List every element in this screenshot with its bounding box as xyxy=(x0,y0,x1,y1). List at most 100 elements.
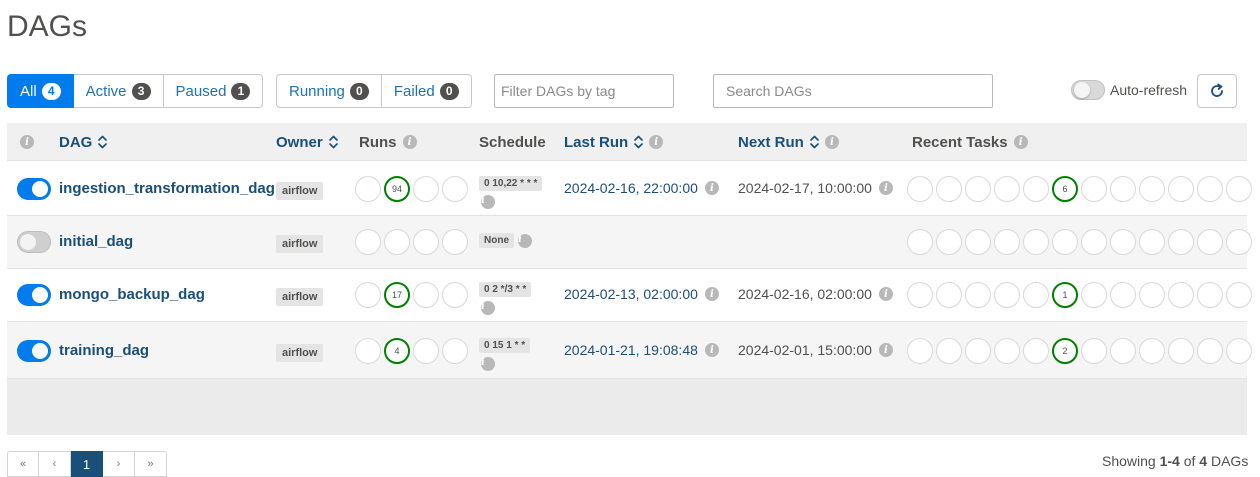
task-state-circle[interactable] xyxy=(1197,229,1223,255)
run-state-circle[interactable] xyxy=(355,176,381,202)
last-run-column-header[interactable]: Last Run i xyxy=(564,123,664,161)
filter-failed-button[interactable]: Failed 0 xyxy=(381,74,472,108)
prev-page-button[interactable]: ‹ xyxy=(39,451,71,477)
filter-running-button[interactable]: Running 0 xyxy=(276,74,382,108)
owner-tag[interactable]: airflow xyxy=(276,235,324,253)
run-state-circle[interactable] xyxy=(442,282,468,308)
task-state-circle[interactable] xyxy=(1168,282,1194,308)
task-state-circle[interactable] xyxy=(1023,229,1049,255)
run-state-circle[interactable] xyxy=(413,229,439,255)
task-state-circle[interactable] xyxy=(1139,176,1165,202)
task-state-circle[interactable] xyxy=(1023,282,1049,308)
owner-tag[interactable]: airflow xyxy=(276,288,324,306)
filter-all-button[interactable]: All 4 xyxy=(7,74,74,108)
task-state-circle[interactable] xyxy=(994,176,1020,202)
tag-filter-input[interactable] xyxy=(494,74,674,108)
schedule-label[interactable]: 0 10,22 * * * xyxy=(479,176,543,191)
task-state-circle[interactable] xyxy=(1197,338,1223,364)
dag-pause-toggle[interactable] xyxy=(17,340,51,362)
run-state-circle[interactable] xyxy=(442,229,468,255)
run-state-circle[interactable] xyxy=(355,229,381,255)
schedule-label[interactable]: 0 2 */3 * * xyxy=(479,282,532,297)
task-state-circle[interactable] xyxy=(1139,229,1165,255)
task-state-circle[interactable] xyxy=(1110,176,1136,202)
owner-column-header[interactable]: Owner xyxy=(276,123,338,161)
task-state-circle[interactable] xyxy=(936,229,962,255)
last-run-link[interactable]: 2024-01-21, 19:08:48 xyxy=(564,342,698,358)
task-state-circle[interactable] xyxy=(1168,338,1194,364)
last-page-button[interactable]: » xyxy=(135,451,167,477)
task-state-circle[interactable] xyxy=(1168,229,1194,255)
task-state-circle[interactable] xyxy=(1052,229,1078,255)
dag-pause-toggle[interactable] xyxy=(17,284,51,306)
task-state-circle[interactable] xyxy=(1197,176,1223,202)
last-run-link[interactable]: 2024-02-16, 22:00:00 xyxy=(564,180,698,196)
task-state-circle[interactable] xyxy=(994,229,1020,255)
refresh-button[interactable] xyxy=(1197,74,1237,108)
dag-name-link[interactable]: mongo_backup_dag xyxy=(59,286,205,303)
task-state-circle[interactable] xyxy=(1226,176,1252,202)
dag-name-link[interactable]: training_dag xyxy=(59,342,149,359)
run-state-circle[interactable] xyxy=(355,282,381,308)
task-state-circle[interactable] xyxy=(1226,338,1252,364)
task-state-circle[interactable] xyxy=(1023,338,1049,364)
task-state-circle[interactable] xyxy=(907,176,933,202)
task-state-circle[interactable]: 2 xyxy=(1052,338,1078,364)
filter-paused-button[interactable]: Paused 1 xyxy=(163,74,264,108)
next-run-column-header[interactable]: Next Run i xyxy=(738,123,839,161)
task-state-circle[interactable] xyxy=(1139,282,1165,308)
next-page-button[interactable]: › xyxy=(103,451,135,477)
autorefresh-toggle[interactable] xyxy=(1071,80,1105,100)
dag-pause-toggle[interactable] xyxy=(17,231,51,253)
task-state-circle[interactable]: 6 xyxy=(1052,176,1078,202)
task-state-circle[interactable] xyxy=(965,338,991,364)
task-state-circle[interactable] xyxy=(965,229,991,255)
run-state-circle[interactable] xyxy=(442,338,468,364)
run-state-circle[interactable] xyxy=(442,176,468,202)
last-run-link[interactable]: 2024-02-13, 02:00:00 xyxy=(564,286,698,302)
run-state-circle[interactable] xyxy=(413,282,439,308)
run-state-circle[interactable] xyxy=(413,176,439,202)
task-state-circle[interactable] xyxy=(1139,338,1165,364)
task-state-circle[interactable] xyxy=(907,282,933,308)
run-state-circle[interactable] xyxy=(413,338,439,364)
task-state-circle[interactable] xyxy=(936,338,962,364)
task-state-circle[interactable] xyxy=(1168,176,1194,202)
first-page-button[interactable]: « xyxy=(7,451,39,477)
task-state-circle[interactable] xyxy=(936,176,962,202)
task-state-circle[interactable] xyxy=(1023,176,1049,202)
run-state-circle[interactable]: 4 xyxy=(384,338,410,364)
run-state-circle[interactable] xyxy=(355,338,381,364)
task-state-circle[interactable] xyxy=(965,282,991,308)
task-state-circle[interactable] xyxy=(1110,282,1136,308)
task-state-circle[interactable] xyxy=(936,282,962,308)
dag-name-link[interactable]: initial_dag xyxy=(59,233,133,250)
search-input[interactable] xyxy=(713,74,993,108)
task-state-circle[interactable] xyxy=(1226,282,1252,308)
run-state-circle[interactable]: 94 xyxy=(384,176,410,202)
task-state-circle[interactable] xyxy=(965,176,991,202)
run-state-circle[interactable]: 17 xyxy=(384,282,410,308)
task-state-circle[interactable] xyxy=(907,338,933,364)
task-state-circle[interactable] xyxy=(1081,338,1107,364)
task-state-circle[interactable] xyxy=(1081,282,1107,308)
run-state-circle[interactable] xyxy=(384,229,410,255)
task-state-circle[interactable] xyxy=(994,282,1020,308)
task-state-circle[interactable] xyxy=(1110,338,1136,364)
task-state-circle[interactable] xyxy=(1197,282,1223,308)
owner-tag[interactable]: airflow xyxy=(276,344,324,362)
task-state-circle[interactable] xyxy=(1110,229,1136,255)
task-state-circle[interactable] xyxy=(994,338,1020,364)
task-state-circle[interactable] xyxy=(1081,229,1107,255)
task-state-circle[interactable]: 1 xyxy=(1052,282,1078,308)
dag-pause-toggle[interactable] xyxy=(17,178,51,200)
owner-tag[interactable]: airflow xyxy=(276,182,324,200)
dag-name-link[interactable]: ingestion_transformation_dag xyxy=(59,180,275,197)
task-state-circle[interactable] xyxy=(1226,229,1252,255)
schedule-label[interactable]: 0 15 1 * * xyxy=(479,338,531,353)
filter-active-button[interactable]: Active 3 xyxy=(73,74,164,108)
current-page-button[interactable]: 1 xyxy=(71,451,103,477)
task-state-circle[interactable] xyxy=(1081,176,1107,202)
task-state-circle[interactable] xyxy=(907,229,933,255)
dag-column-header[interactable]: DAG xyxy=(59,123,108,161)
